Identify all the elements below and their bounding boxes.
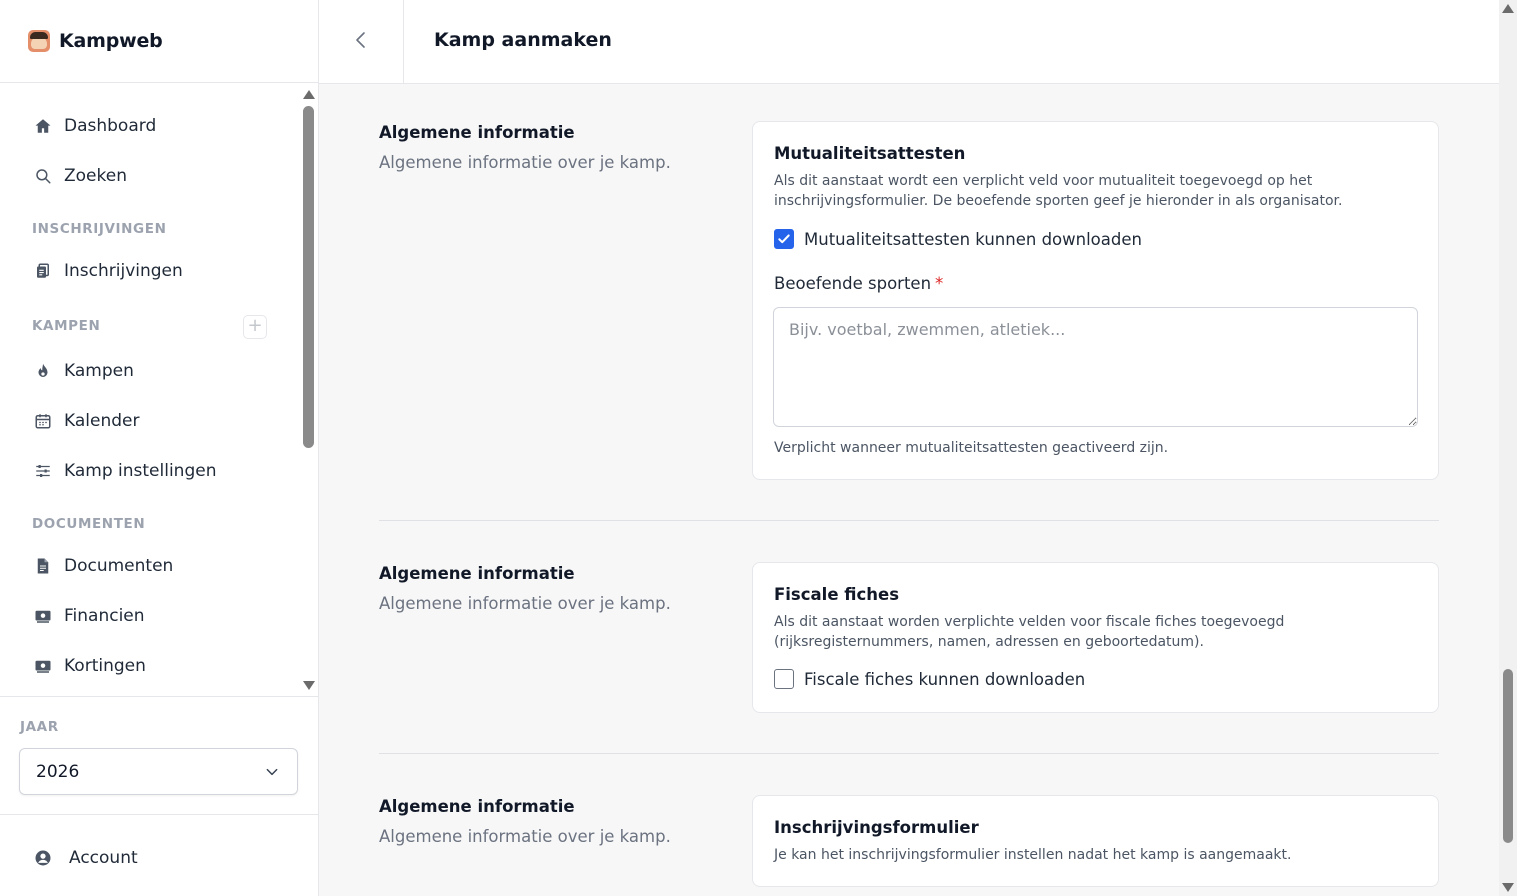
home-icon — [34, 117, 52, 135]
section-description: Algemene informatie over je kamp. — [379, 153, 671, 172]
brand-name: Kampweb — [59, 30, 163, 52]
checkbox-label: Fiscale fiches kunnen downloaden — [804, 669, 1086, 689]
section-description: Algemene informatie over je kamp. — [379, 594, 671, 613]
sidebar-item-inschrijvingen[interactable]: Inschrijvingen — [34, 256, 183, 286]
inschrijvingsformulier-card: Inschrijvingsformulier Je kan het inschr… — [752, 795, 1439, 887]
card-description: Je kan het inschrijvingsformulier instel… — [774, 847, 1292, 863]
brand[interactable]: Kampweb — [0, 0, 318, 83]
field-hint: Verplicht wanneer mutualiteitsattesten g… — [774, 440, 1169, 456]
checkbox-label: Mutualiteitsattesten kunnen downloaden — [804, 229, 1142, 249]
required-mark: * — [935, 274, 944, 293]
year-selector: JAAR 2026 — [0, 696, 318, 815]
mutualiteit-checkbox-row[interactable]: Mutualiteitsattesten kunnen downloaden — [774, 228, 1142, 250]
card-title: Fiscale fiches — [774, 585, 900, 604]
kampweb-logo-icon — [28, 30, 50, 52]
sidebar-item-label: Kortingen — [64, 656, 146, 676]
main-scrollbar[interactable] — [1499, 0, 1517, 896]
sidebar: Kampweb Dashboard Zoeken INSCHRIJVINGEN … — [0, 0, 319, 896]
field-label-text: Beoefende sporten — [774, 274, 932, 293]
year-value: 2026 — [36, 761, 80, 782]
section-description: Algemene informatie over je kamp. — [379, 827, 671, 846]
sidebar-item-documenten[interactable]: Documenten — [34, 551, 173, 581]
page-title: Kamp aanmaken — [434, 29, 612, 51]
fiscale-fiches-card: Fiscale fiches Als dit aanstaat worden v… — [752, 562, 1439, 713]
card-title: Inschrijvingsformulier — [774, 818, 979, 837]
section-label-kampen: KAMPEN — [32, 318, 101, 334]
year-select[interactable]: 2026 — [19, 748, 298, 795]
sidebar-item-label: Dashboard — [64, 116, 157, 136]
scroll-down-icon[interactable] — [303, 681, 315, 690]
sidebar-item-kampen[interactable]: Kampen — [34, 356, 134, 386]
sidebar-item-zoeken[interactable]: Zoeken — [34, 161, 127, 191]
section-label-documenten: DOCUMENTEN — [32, 516, 146, 532]
sidebar-scrollbar[interactable] — [300, 84, 318, 696]
section-divider — [379, 753, 1439, 754]
scrollbar-thumb[interactable] — [1503, 669, 1513, 843]
calendar-icon — [34, 412, 52, 430]
sidebar-item-label: Inschrijvingen — [64, 261, 183, 281]
sidebar-item-dashboard[interactable]: Dashboard — [34, 111, 156, 141]
card-description: Als dit aanstaat worden verplichte velde… — [774, 614, 1285, 650]
clipboard-list-icon — [34, 262, 52, 280]
sidebar-item-kamp-instellingen[interactable]: Kamp instellingen — [34, 456, 216, 486]
fiscale-fiches-checkbox[interactable] — [774, 669, 794, 689]
money-icon — [34, 657, 52, 675]
sliders-icon — [34, 462, 52, 480]
card-title: Mutualiteitsattesten — [774, 144, 966, 163]
sidebar-item-kalender[interactable]: Kalender — [34, 406, 139, 436]
scroll-up-icon[interactable] — [303, 90, 315, 99]
scroll-down-icon[interactable] — [1502, 883, 1514, 892]
sidebar-item-label: Kamp instellingen — [64, 461, 217, 481]
user-circle-icon — [34, 849, 52, 867]
search-icon — [34, 167, 52, 185]
scroll-up-icon[interactable] — [1502, 4, 1514, 13]
mutualiteit-checkbox[interactable] — [774, 229, 794, 249]
mutualiteit-card: Mutualiteitsattesten Als dit aanstaat wo… — [752, 121, 1439, 480]
sidebar-item-label: Kalender — [64, 411, 140, 431]
card-description: Als dit aanstaat wordt een verplicht vel… — [774, 173, 1343, 209]
fiscale-fiches-checkbox-row[interactable]: Fiscale fiches kunnen downloaden — [774, 668, 1085, 690]
sidebar-nav: Dashboard Zoeken INSCHRIJVINGEN Inschrij… — [0, 84, 300, 696]
account-link[interactable]: Account — [34, 846, 138, 870]
section-title: Algemene informatie — [379, 564, 575, 583]
topbar: Kamp aanmaken — [319, 0, 1499, 84]
section-label-inschrijvingen: INSCHRIJVINGEN — [32, 221, 167, 237]
account-label: Account — [69, 848, 138, 868]
document-icon — [34, 557, 52, 575]
main-content: Algemene informatie Algemene informatie … — [319, 84, 1499, 896]
chevron-down-icon — [265, 764, 279, 784]
scrollbar-thumb[interactable] — [303, 106, 314, 448]
sidebar-item-kortingen[interactable]: Kortingen — [34, 651, 146, 681]
money-icon — [34, 607, 52, 625]
add-kamp-button[interactable]: + — [243, 315, 267, 339]
sidebar-item-label: Documenten — [64, 556, 174, 576]
beoefende-sporten-input[interactable] — [773, 307, 1418, 427]
section-divider — [379, 520, 1439, 521]
back-button[interactable] — [319, 0, 404, 83]
chevron-left-icon — [354, 31, 368, 53]
sidebar-item-financien[interactable]: Financien — [34, 601, 145, 631]
fire-icon — [34, 362, 52, 380]
sidebar-item-label: Zoeken — [64, 166, 127, 186]
beoefende-sporten-label: Beoefende sporten * — [774, 274, 943, 293]
section-title: Algemene informatie — [379, 123, 575, 142]
section-title: Algemene informatie — [379, 797, 575, 816]
sidebar-item-label: Financien — [64, 606, 145, 626]
sidebar-item-label: Kampen — [64, 361, 134, 381]
year-label: JAAR — [20, 719, 59, 735]
